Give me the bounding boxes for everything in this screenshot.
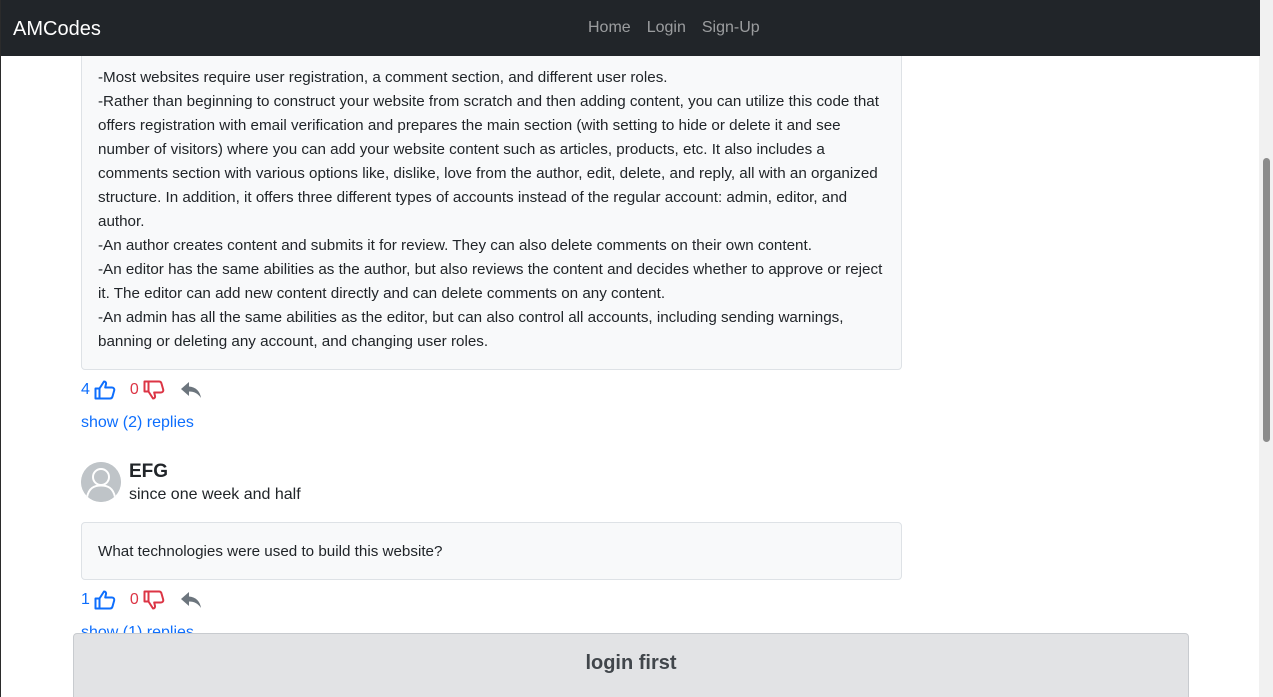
comment-line: -An editor has the same abilities as the…: [98, 261, 883, 302]
comment-line: -An author creates content and submits i…: [98, 237, 812, 254]
dislike-count: 0: [129, 591, 139, 608]
thumbs-down-icon[interactable]: [143, 380, 165, 400]
scrollbar-thumb[interactable]: [1263, 158, 1270, 442]
nav-link-home[interactable]: Home: [580, 18, 639, 38]
nav-link-signup[interactable]: Sign-Up: [694, 18, 768, 38]
comment-line: -Most websites require user registration…: [98, 69, 668, 86]
scrollbar[interactable]: [1259, 0, 1273, 697]
page: AMCodes Home Login Sign-Up -Most website…: [0, 0, 1273, 697]
nav-links: Home Login Sign-Up: [580, 18, 768, 38]
comment-body: -Most websites require user registration…: [81, 41, 902, 370]
thumbs-down-icon[interactable]: [143, 590, 165, 610]
show-replies-link[interactable]: show (2) replies: [81, 413, 194, 433]
like-count: 1: [81, 591, 90, 608]
comment-actions: 4 0: [81, 378, 202, 402]
navbar: AMCodes Home Login Sign-Up: [1, 0, 1260, 56]
reply-icon[interactable]: [180, 591, 202, 609]
reply-icon[interactable]: [180, 381, 202, 399]
thumbs-up-icon[interactable]: [94, 380, 116, 400]
comment-body: What technologies were used to build thi…: [81, 522, 902, 580]
comment-timestamp: since one week and half: [129, 486, 301, 503]
like-count: 4: [81, 381, 90, 398]
login-first-banner[interactable]: login first: [73, 633, 1189, 697]
comment-username[interactable]: EFG: [129, 461, 168, 483]
nav-link-login[interactable]: Login: [639, 18, 694, 38]
brand-link[interactable]: AMCodes: [13, 17, 101, 41]
comment-line: -Rather than beginning to construct your…: [98, 93, 879, 230]
comment-actions: 1 0: [81, 588, 202, 612]
comment-text: What technologies were used to build thi…: [98, 543, 443, 560]
thumbs-up-icon[interactable]: [94, 590, 116, 610]
dislike-count: 0: [129, 381, 139, 398]
comment-line: -An admin has all the same abilities as …: [98, 309, 844, 350]
avatar-icon: [81, 462, 121, 502]
